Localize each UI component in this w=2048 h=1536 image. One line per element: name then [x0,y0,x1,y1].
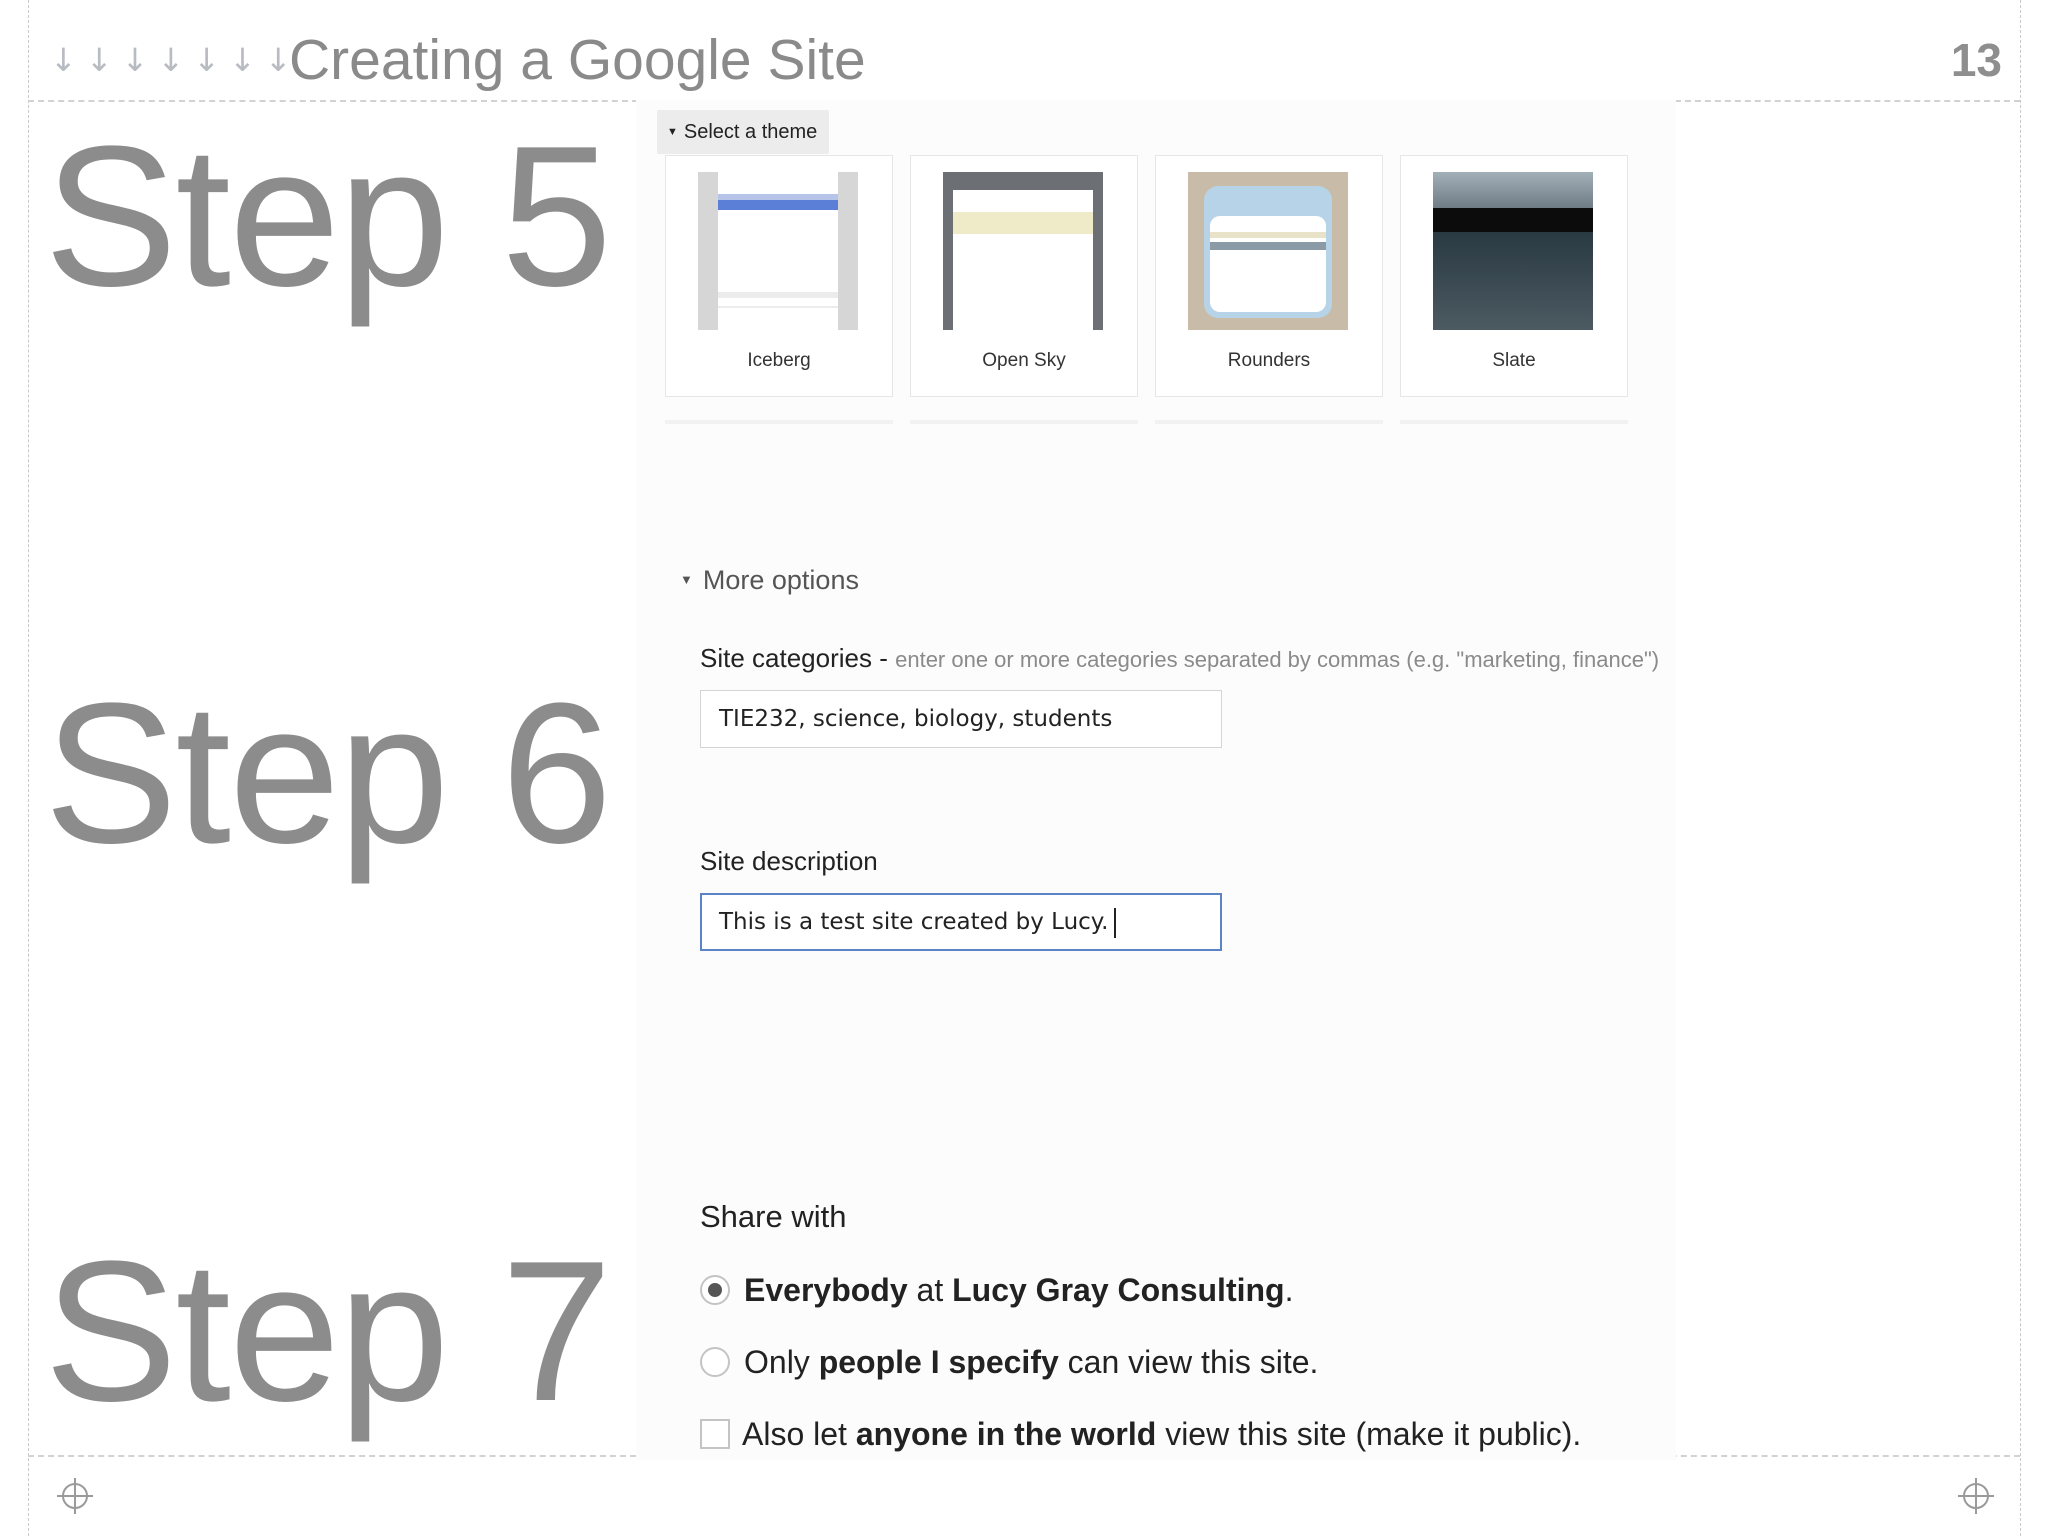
site-description-value: This is a test site created by Lucy. [719,909,1109,935]
select-theme-label: Select a theme [683,121,818,143]
top-guide-right [1675,100,2020,102]
site-categories-label: Site categories - enter one or more cate… [700,640,1659,678]
crosshair-icon [1958,1478,1994,1514]
step-6-label: Step 6 [44,662,612,885]
step-5-label: Step 5 [44,105,612,328]
decorative-arrows: ↓ ↓ ↓ ↓ ↓ ↓ ↓ [50,40,292,80]
theme-row-divider [1400,420,1628,424]
crosshair-icon [57,1478,93,1514]
theme-row-divider [1155,420,1383,424]
triangle-down-icon: ▼ [667,126,678,138]
share-option-public[interactable]: Also let anyone in the world view this s… [700,1412,1581,1456]
share-with-title: Share with [700,1199,847,1234]
theme-slate[interactable]: Slate [1400,155,1628,397]
iceberg-thumbnail [698,172,858,330]
down-arrow-icon: ↓ [121,41,149,79]
down-arrow-icon: ↓ [229,41,256,79]
theme-rounders[interactable]: Rounders [1155,155,1383,397]
top-guide-left [28,100,638,102]
share-option-specific-label: Only people I specify can view this site… [744,1344,1319,1380]
text-cursor [1114,907,1117,938]
public-checkbox[interactable] [700,1419,730,1449]
more-options-label: More options [702,565,859,595]
radio-button[interactable] [700,1347,730,1377]
theme-name-slate: Slate [1492,350,1536,371]
step-7-label: Step 7 [44,1220,612,1443]
share-option-specific-people[interactable]: Only people I specify can view this site… [700,1340,1318,1384]
bottom-guide-left [28,1455,636,1457]
down-arrow-icon: ↓ [157,41,185,79]
open-sky-thumbnail [943,172,1103,330]
rounders-thumbnail [1188,172,1348,330]
left-guide [28,0,29,1536]
down-arrow-icon: ↓ [85,41,113,79]
theme-open-sky[interactable]: Open Sky [910,155,1138,397]
slate-thumbnail [1433,172,1593,330]
share-option-domain[interactable]: Everybody at Lucy Gray Consulting. [700,1268,1293,1312]
more-options-toggle[interactable]: ▼ More options [680,560,859,600]
site-description-input[interactable]: This is a test site created by Lucy. [700,893,1222,951]
share-option-domain-label: Everybody at Lucy Gray Consulting. [744,1272,1294,1308]
down-arrow-icon: ↓ [264,41,292,79]
theme-name-rounders: Rounders [1227,350,1311,371]
down-arrow-icon: ↓ [193,41,221,79]
site-categories-value: TIE232, science, biology, students [719,706,1113,732]
slide-title: Creating a Google Site [289,28,866,92]
theme-iceberg[interactable]: Iceberg [665,155,893,397]
select-theme-toggle[interactable]: ▼ Select a theme [657,110,830,154]
down-arrow-icon: ↓ [50,41,77,79]
radio-button-selected[interactable] [700,1275,730,1305]
site-categories-title: Site categories - [700,643,888,673]
theme-name-iceberg: Iceberg [747,350,811,371]
right-guide [2020,0,2021,1536]
site-categories-hint: enter one or more categories separated b… [895,647,1660,672]
triangle-down-icon: ▼ [680,572,693,587]
share-option-public-label: Also let anyone in the world view this s… [742,1416,1582,1452]
theme-row-divider [910,420,1138,424]
theme-row-divider [665,420,893,424]
site-description-label: Site description [700,846,878,876]
site-categories-input[interactable]: TIE232, science, biology, students [700,690,1222,748]
slide-number: 13 [1950,34,2002,86]
theme-name-open-sky: Open Sky [982,350,1066,371]
